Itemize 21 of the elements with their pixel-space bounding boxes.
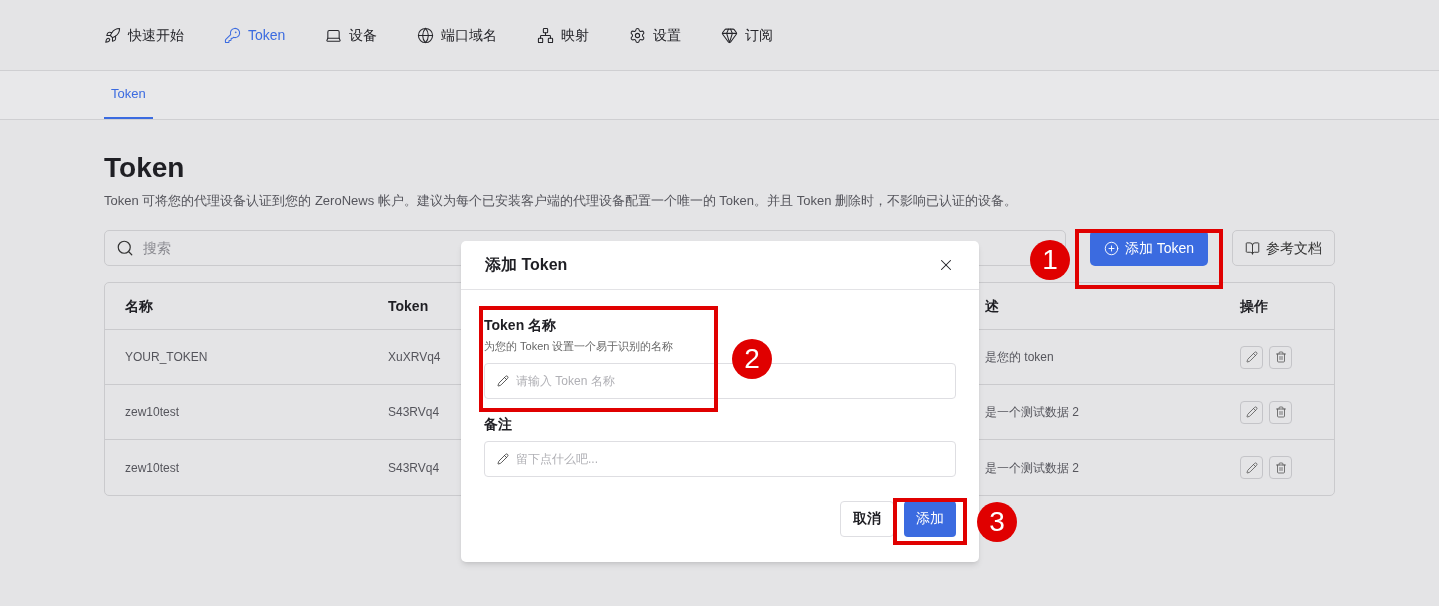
table-cell-text: 是一个测试数据 2 (985, 459, 1079, 477)
field-hint: 为您的 Token 设置一个易于识别的名称 (484, 339, 675, 354)
field-label: 备注 (484, 414, 513, 433)
table-cell-text: XuXRVq4 (388, 349, 441, 366)
column-header: 述 (985, 296, 999, 316)
dialog-title: 添加 Token (485, 255, 568, 275)
field-label: Token 名称 (484, 316, 558, 334)
table-cell-text: YOUR_TOKEN (125, 349, 208, 366)
table-cell-text: 是您的 token (985, 349, 1054, 366)
table-cell-text: 是一个测试数据 2 (985, 404, 1079, 421)
table-cell-text: S43RVq4 (388, 404, 440, 421)
step-number: 1 (1030, 240, 1070, 280)
table-cell-text: S43RVq4 (388, 459, 440, 477)
column-header: Token (388, 296, 429, 316)
page-description: Token 可将您的代理设备认证到您的 ZeroNews 帐户。建议为每个已安装客户端的代理设备配置一个唯一的 Token。并且 Token 删除时，不影响已认证的设备。 (104, 192, 1018, 210)
step-number: 3 (977, 502, 1017, 542)
table-cell-text: zew10test (125, 404, 180, 421)
column-header: 名称 (125, 296, 153, 316)
page-title: Token (104, 151, 186, 185)
table-cell-text: zew10test (125, 459, 180, 477)
column-header: 操作 (1240, 296, 1268, 316)
